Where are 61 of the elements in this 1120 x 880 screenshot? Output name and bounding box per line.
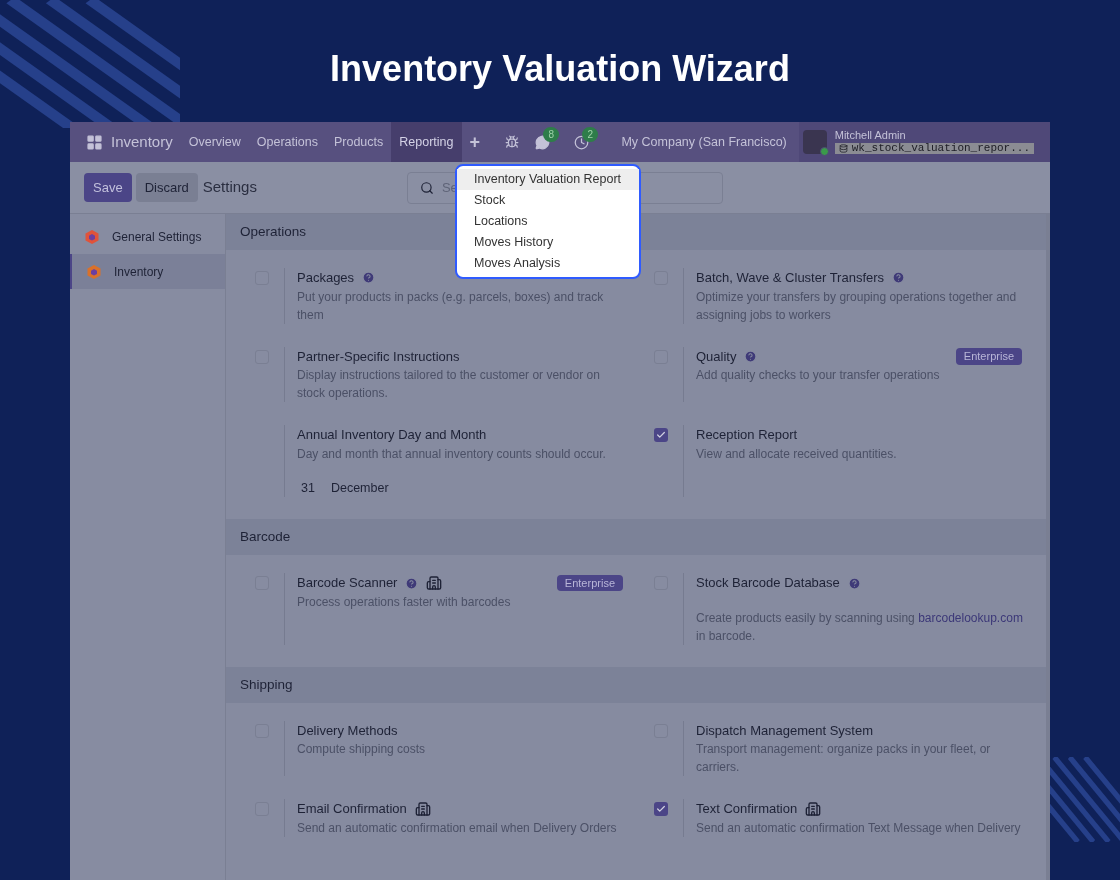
setting-title: Partner-Specific Instructions bbox=[297, 347, 460, 366]
setting-title: Packages bbox=[297, 269, 355, 287]
setting-description: Day and month that annual inventory counts should occur. bbox=[297, 445, 607, 463]
bug-icon[interactable] bbox=[505, 135, 520, 149]
database-badge: wk_stock_valuation_repor... bbox=[834, 143, 1034, 154]
setting-title: Reception Report bbox=[696, 426, 798, 444]
setting-title: Batch, Wave & Cluster Transfers bbox=[696, 269, 885, 287]
setting-description: Display instructions tailored to the customer or vendor on stock operations. bbox=[297, 367, 601, 402]
section-header: Barcode bbox=[226, 519, 1046, 556]
dropdown-item[interactable]: Locations bbox=[457, 211, 639, 232]
user-name: Mitchell Admin bbox=[834, 130, 907, 141]
day-field[interactable]: 31 bbox=[301, 478, 315, 498]
discard-button[interactable]: Discard bbox=[135, 173, 198, 202]
save-button[interactable]: Save bbox=[84, 173, 132, 202]
barcodelookup-link[interactable]: barcodelookup.com bbox=[918, 610, 1023, 625]
enterprise-badge: Enterprise bbox=[556, 574, 623, 592]
enterprise-badge: Enterprise bbox=[955, 348, 1022, 365]
breadcrumb: Settings bbox=[202, 177, 257, 198]
dropdown-item[interactable]: Inventory Valuation Report bbox=[457, 169, 639, 190]
message-count-badge: 8 bbox=[543, 126, 559, 142]
setting-description: Process operations faster with barcodes bbox=[297, 593, 512, 611]
setting-title: Quality bbox=[696, 347, 737, 366]
setting-title: Email Confirmation bbox=[297, 800, 407, 819]
nav-menu-item[interactable]: Reporting bbox=[391, 122, 462, 162]
avatar[interactable] bbox=[802, 130, 827, 154]
page-title: Inventory Valuation Wizard bbox=[330, 47, 790, 91]
sidebar-item[interactable]: General Settings bbox=[70, 219, 225, 254]
checkbox[interactable] bbox=[654, 802, 668, 817]
check-icon bbox=[656, 804, 666, 815]
dropdown-item[interactable]: Moves Analysis bbox=[457, 253, 639, 274]
dropdown-item[interactable]: Moves History bbox=[457, 232, 639, 253]
nav-menu-item[interactable]: Overview bbox=[180, 122, 249, 162]
setting-title: Annual Inventory Day and Month bbox=[297, 426, 487, 444]
setting-description: Optimize your transfers by grouping operations together and assigning jobs to workers bbox=[696, 288, 1018, 324]
setting-title: Stock Barcode Database bbox=[696, 574, 840, 593]
activity-count-badge: 2 bbox=[582, 126, 598, 142]
app-name[interactable]: Inventory bbox=[111, 130, 173, 154]
nav-menu-item[interactable]: Products bbox=[325, 122, 392, 162]
setting-title: Dispatch Management System bbox=[696, 721, 874, 740]
hexagon-icon bbox=[86, 263, 102, 280]
nav-menu-item[interactable]: Operations bbox=[248, 122, 326, 162]
plus-button[interactable]: + bbox=[461, 128, 488, 156]
clock-icon[interactable] bbox=[574, 134, 590, 150]
app-grid-icon[interactable] bbox=[86, 133, 103, 151]
setting-description: Send an automatic confirmation Text Message when Delivery bbox=[696, 819, 1022, 837]
setting-description: Add quality checks to your transfer operations bbox=[696, 367, 941, 384]
search-icon bbox=[419, 180, 434, 195]
setting-title: Delivery Methods bbox=[297, 721, 398, 740]
setting-description: Send an automatic confirmation email when Delivery Orders bbox=[297, 819, 618, 837]
hexagon-icon bbox=[84, 228, 100, 245]
setting-description: View and allocate received quantities. bbox=[696, 445, 898, 463]
section-header: Shipping bbox=[226, 666, 1046, 703]
company-name[interactable]: My Company (San Francisco) bbox=[621, 132, 787, 152]
setting-description: Compute shipping costs bbox=[297, 741, 427, 759]
check-icon bbox=[656, 430, 666, 440]
setting-title: Barcode Scanner bbox=[297, 574, 398, 593]
sidebar-item[interactable]: Inventory bbox=[70, 254, 225, 289]
setting-description: Put your products in packs (e.g. parcels, boxes) and track them bbox=[297, 288, 605, 324]
month-field[interactable]: December bbox=[330, 478, 389, 498]
checkbox[interactable] bbox=[654, 428, 668, 442]
setting-title: Text Confirmation bbox=[696, 800, 798, 819]
